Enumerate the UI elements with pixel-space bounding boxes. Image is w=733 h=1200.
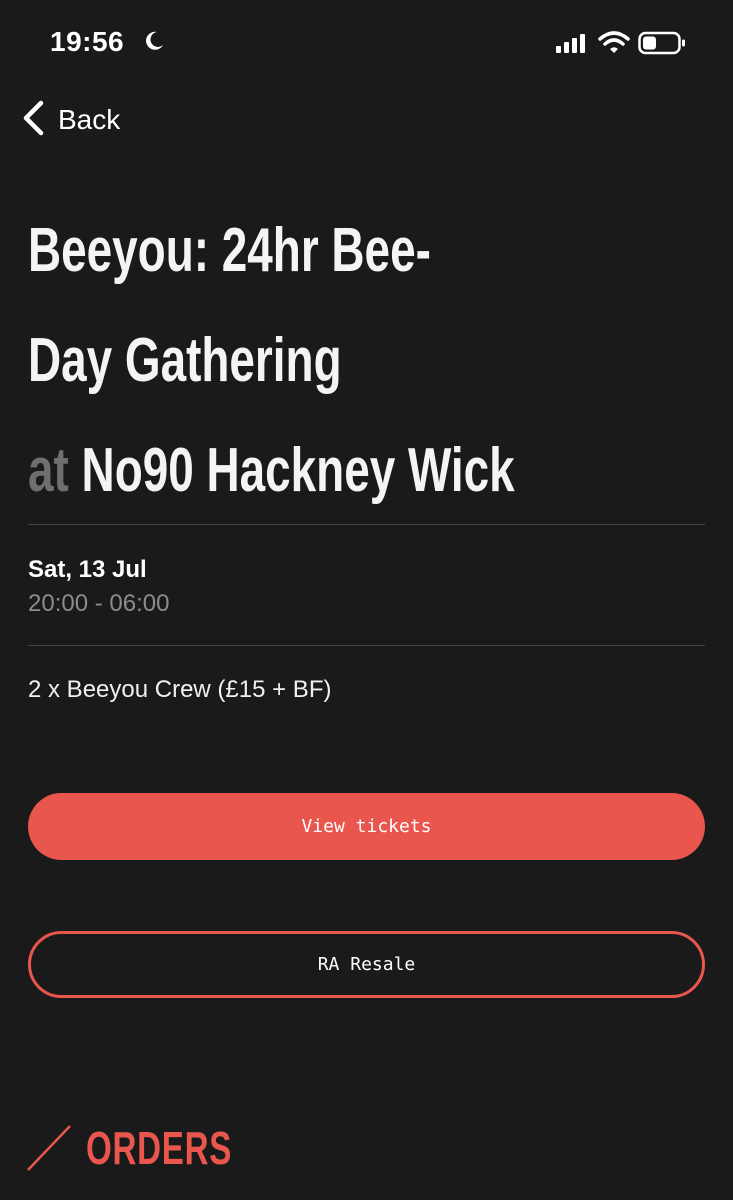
event-time-range: 20:00 - 06:00	[28, 590, 170, 617]
view-tickets-label: View tickets	[301, 816, 432, 837]
slash-icon	[26, 1124, 72, 1172]
wifi-icon	[598, 30, 630, 54]
back-label: Back	[58, 104, 121, 135]
event-venue-line: at No90 Hackney Wick	[28, 416, 515, 526]
ra-resale-label: RA Resale	[317, 954, 416, 975]
back-button[interactable]: Back	[20, 100, 120, 140]
orders-heading: ORDERS	[26, 1118, 289, 1178]
cellular-signal-icon	[556, 33, 590, 53]
event-title-line-2: Day Gathering	[28, 326, 342, 395]
divider	[28, 645, 705, 646]
venue-name[interactable]: No90 Hackney Wick	[82, 436, 515, 505]
event-title: Beeyou: 24hr Bee- Day Gathering at No90 …	[28, 196, 515, 526]
event-title-line-1: Beeyou: 24hr Bee-	[28, 216, 431, 285]
status-time: 19:56	[50, 26, 125, 57]
event-date: Sat, 13 Jul	[28, 556, 147, 583]
ra-resale-button[interactable]: RA Resale	[28, 931, 705, 998]
venue-prefix: at	[28, 436, 69, 505]
moon-icon	[142, 29, 166, 53]
battery-icon	[638, 31, 686, 55]
status-bar: 19:56	[0, 0, 733, 86]
chevron-left-icon	[20, 100, 46, 141]
view-tickets-button[interactable]: View tickets	[28, 793, 705, 860]
orders-label: ORDERS	[86, 1122, 233, 1174]
ticket-info: 2 x Beeyou Crew (£15 + BF)	[28, 676, 332, 703]
divider	[28, 524, 705, 525]
